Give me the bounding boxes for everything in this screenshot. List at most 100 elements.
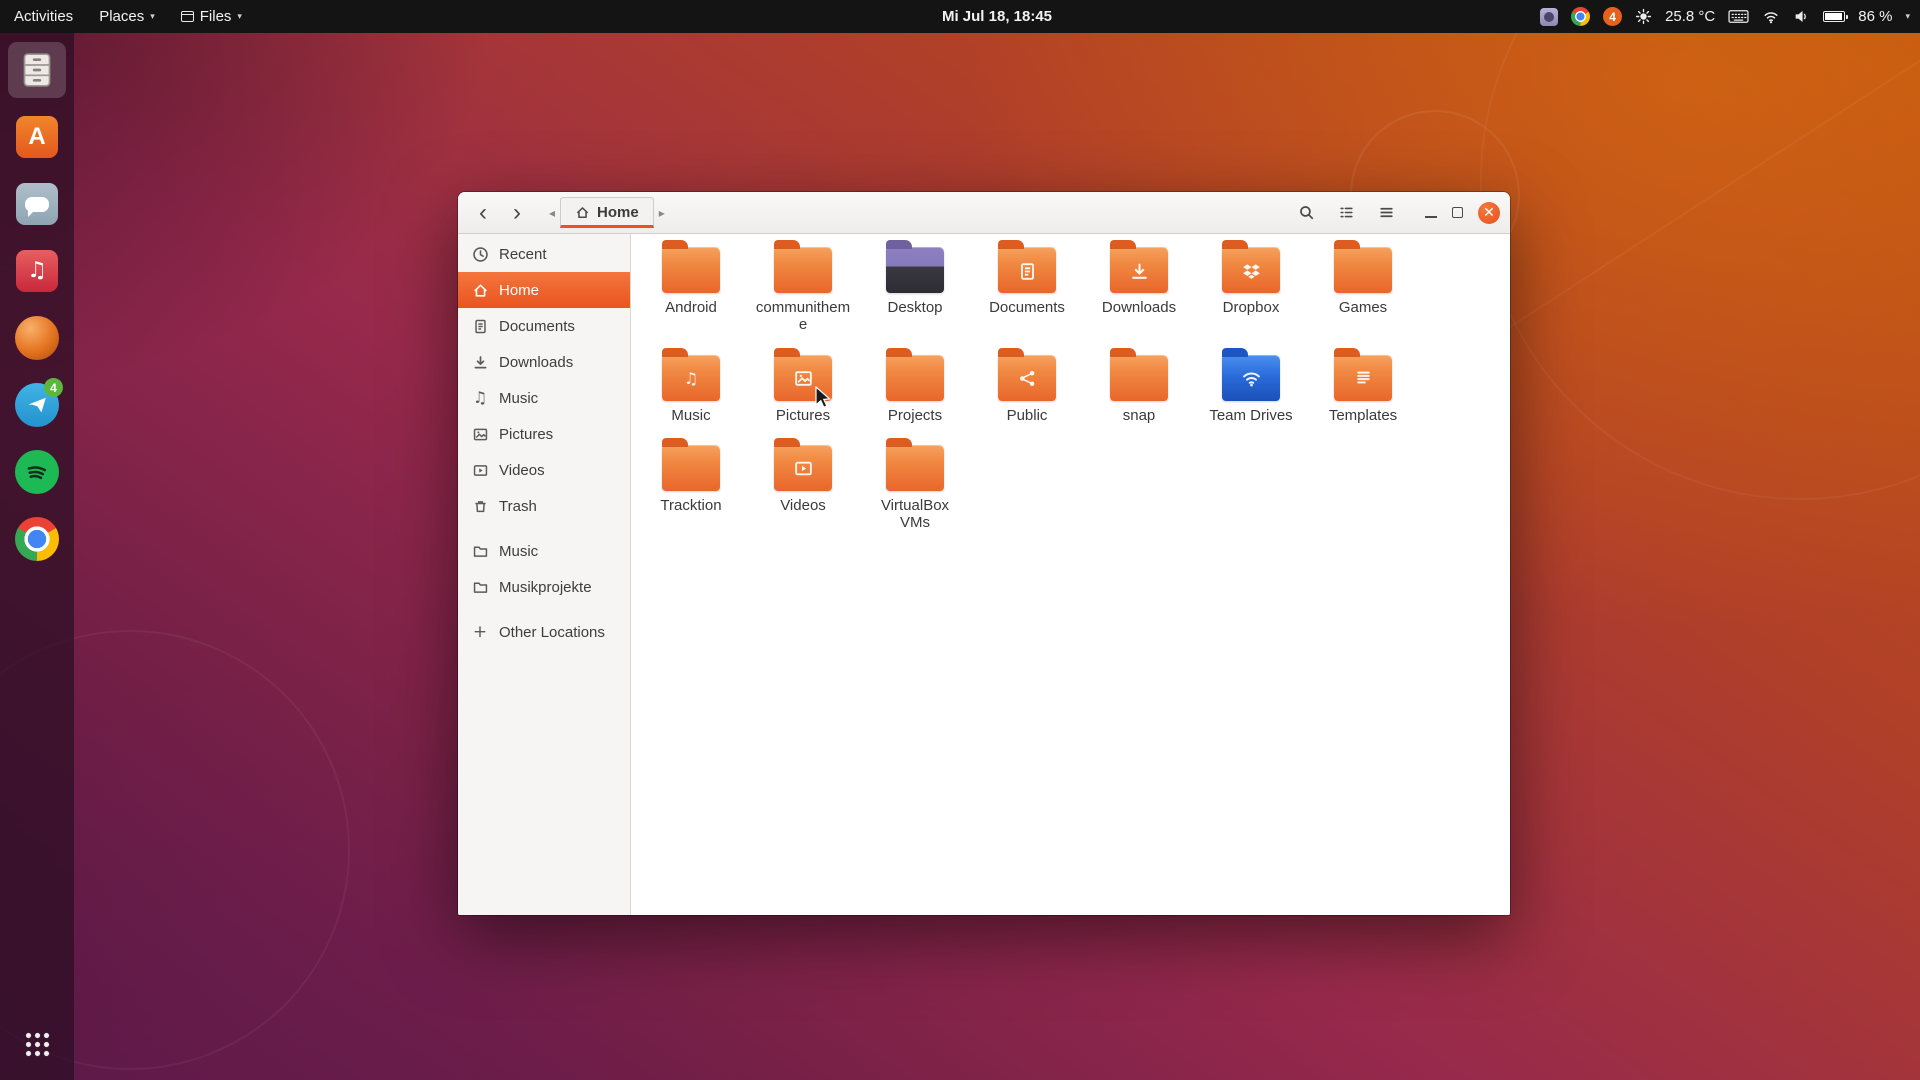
dock-item-ubuntu-software[interactable]: A (8, 109, 66, 165)
file-label: communitheme (755, 299, 851, 334)
file-virtualbox-vms[interactable]: VirtualBox VMs (862, 436, 968, 532)
sidebar-item-trash[interactable]: Trash (458, 488, 630, 524)
keyboard-icon[interactable] (1728, 9, 1749, 24)
search-button[interactable] (1291, 198, 1321, 228)
close-button[interactable]: ✕ (1478, 201, 1500, 224)
activities-button[interactable]: Activities (14, 8, 73, 25)
file-label: Music (671, 406, 711, 424)
dock-item-chrome[interactable] (8, 511, 66, 567)
volume-icon[interactable] (1793, 8, 1810, 25)
music-icon: ♫ (472, 388, 488, 407)
file-label: Android (665, 299, 717, 316)
file-view[interactable]: Android communitheme Desktop Documents Downl… (631, 234, 1510, 915)
document-emblem-icon (998, 249, 1056, 293)
back-button[interactable]: ‹ (468, 198, 498, 228)
activities-label: Activities (14, 8, 74, 25)
chat-icon (16, 183, 58, 225)
notification-count-badge[interactable]: 4 (1603, 7, 1623, 26)
download-emblem-icon (1110, 249, 1168, 293)
battery-percent-label[interactable]: 86 % (1858, 8, 1892, 25)
file-downloads[interactable]: Downloads (1086, 238, 1192, 334)
plus-icon: + (472, 621, 488, 642)
sidebar-item-home[interactable]: Home (458, 272, 630, 308)
menu-button[interactable] (1371, 198, 1401, 228)
headerbar[interactable]: ‹ › ◂ Home ▸ ✕ (458, 192, 1510, 234)
sidebar-item-label: Pictures (499, 425, 554, 443)
sidebar-list: Recent Home Documents Downloads ♫ Music Pictur… (458, 236, 630, 650)
dock-item-chat[interactable] (8, 176, 66, 232)
wallpaper-circle-decor (1480, 0, 1920, 500)
dock-list: A ♫ 4 (8, 42, 66, 567)
file-android[interactable]: Android (638, 238, 744, 334)
sidebar-item-label: Other Locations (499, 623, 605, 641)
chrome-indicator-icon[interactable] (1571, 7, 1591, 26)
file-label: Team Drives (1209, 406, 1293, 424)
network-drive-icon (1222, 347, 1280, 401)
file-pictures[interactable]: Pictures (750, 346, 856, 424)
sidebar-item-label: Music (499, 542, 539, 560)
maximize-button[interactable] (1452, 207, 1463, 218)
file-team-drives[interactable]: Team Drives (1198, 346, 1304, 424)
places-menu[interactable]: Places ▾ (99, 8, 155, 25)
file-dropbox[interactable]: Dropbox (1198, 238, 1304, 334)
sidebar-item-label: Home (499, 281, 540, 299)
file-label: Templates (1328, 406, 1398, 424)
sidebar-item-documents[interactable]: Documents (458, 308, 630, 344)
sidebar-item-music[interactable]: ♫ Music (458, 380, 630, 416)
file-communitheme[interactable]: communitheme (750, 238, 856, 334)
file-templates[interactable]: Templates (1310, 346, 1416, 424)
forward-button[interactable]: › (502, 198, 532, 228)
files-app-menu[interactable]: Files ▾ (180, 8, 242, 25)
location-home-tab[interactable]: Home (560, 197, 654, 228)
download-icon (471, 353, 489, 371)
file-public[interactable]: Public (974, 346, 1080, 424)
minimize-button[interactable] (1425, 208, 1437, 218)
sidebar-item-pictures[interactable]: Pictures (458, 416, 630, 452)
top-bar: Activities Places ▾ Files ▾ Mi Jul 18, 1… (0, 0, 1920, 33)
path-scroll-left-icon[interactable]: ◂ (546, 206, 558, 220)
show-applications-button[interactable] (8, 1016, 66, 1072)
sidebar-item-music[interactable]: Music (458, 533, 630, 569)
dock-item-spotify[interactable] (8, 444, 66, 500)
path-bar: ◂ Home ▸ (546, 197, 668, 228)
file-projects[interactable]: Projects (862, 346, 968, 424)
unread-count-badge: 4 (44, 378, 63, 397)
sidebar-item-videos[interactable]: Videos (458, 452, 630, 488)
path-scroll-right-icon[interactable]: ▸ (656, 206, 668, 220)
sidebar-item-musikprojekte[interactable]: Musikprojekte (458, 569, 630, 605)
screenshot-indicator-icon[interactable] (1540, 7, 1559, 26)
video-emblem-icon (774, 447, 832, 491)
dock-item-telegram[interactable]: 4 (8, 377, 66, 433)
dock-item-files[interactable] (8, 42, 66, 98)
file-desktop[interactable]: Desktop (862, 238, 968, 334)
file-videos[interactable]: Videos (750, 436, 856, 532)
folder-icon (886, 240, 944, 293)
dock-item-orange-sphere[interactable] (8, 310, 66, 366)
battery-icon[interactable] (1823, 11, 1849, 22)
file-snap[interactable]: snap (1086, 346, 1192, 424)
file-games[interactable]: Games (1310, 238, 1416, 334)
window-controls: ✕ (1425, 201, 1500, 224)
file-label: Games (1338, 299, 1388, 316)
file-grid: Android communitheme Desktop Documents Downl… (631, 234, 1510, 531)
file-label: VirtualBox VMs (880, 496, 950, 531)
file-tracktion[interactable]: Tracktion (638, 436, 744, 532)
system-menu-chevron-icon[interactable]: ▾ (1905, 11, 1910, 22)
folder-icon (1222, 240, 1280, 293)
file-documents[interactable]: Documents (974, 238, 1080, 334)
view-toggle-button[interactable] (1331, 198, 1361, 228)
sidebar-item-label: Recent (499, 245, 547, 263)
folder-icon (1334, 347, 1392, 401)
sidebar-item-label: Musikprojekte (499, 578, 592, 596)
clock[interactable]: Mi Jul 18, 18:45 (942, 8, 1052, 25)
folder-icon (662, 240, 720, 293)
sidebar-item-downloads[interactable]: Downloads (458, 344, 630, 380)
wifi-icon[interactable] (1762, 9, 1780, 25)
chevron-down-icon: ▾ (150, 11, 155, 21)
sidebar: Recent Home Documents Downloads ♫ Music Pictur… (458, 234, 631, 915)
temperature-label[interactable]: 25.8 °C (1665, 8, 1715, 25)
sidebar-item-other-locations[interactable]: + Other Locations (458, 614, 630, 650)
file-music[interactable]: ♫ Music (638, 346, 744, 424)
dock-item-rhythmbox[interactable]: ♫ (8, 243, 66, 299)
sidebar-item-recent[interactable]: Recent (458, 236, 630, 272)
